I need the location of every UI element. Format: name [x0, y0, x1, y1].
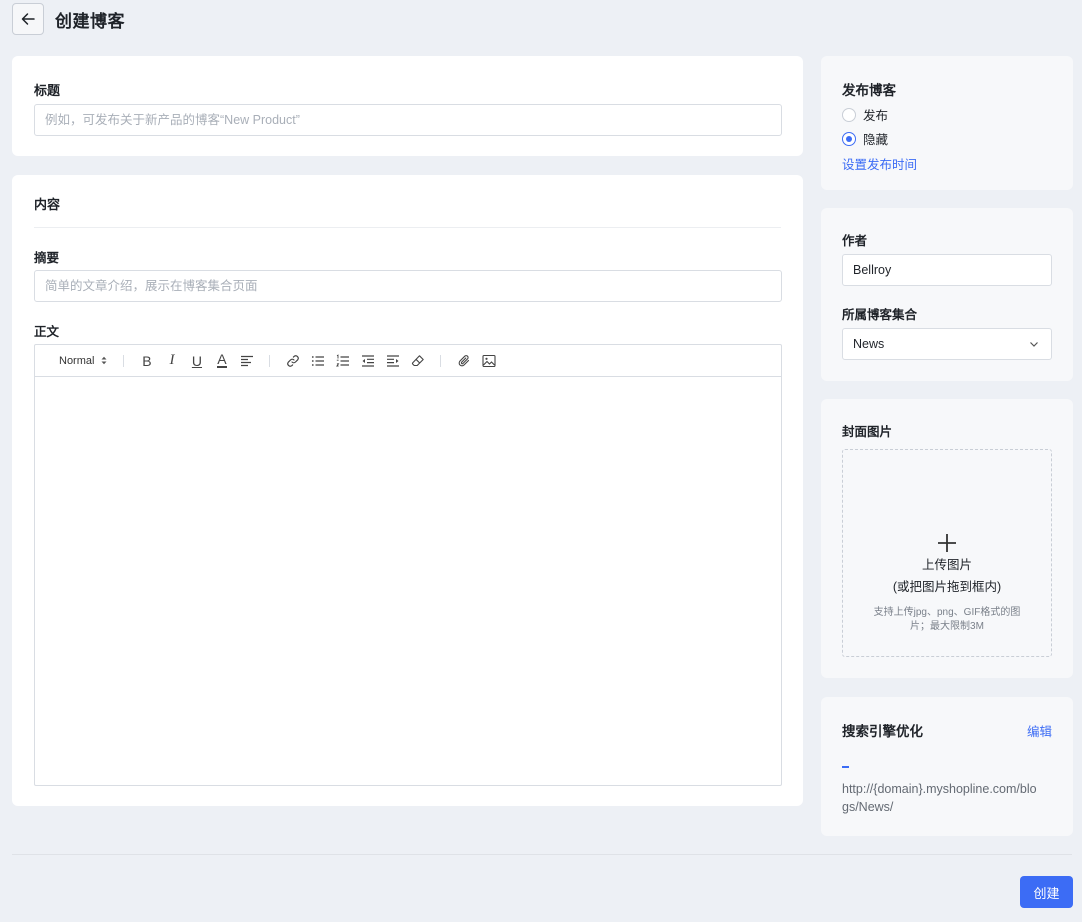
upload-title: 上传图片	[921, 557, 972, 572]
upload-note: 支持上传jpg、png、GIF格式的图片；最大限制3M	[873, 606, 1021, 632]
seo-title-placeholder	[842, 766, 849, 768]
content-divider	[34, 227, 781, 228]
author-card: 作者 所属博客集合 News	[821, 208, 1073, 381]
plus-icon	[938, 533, 956, 552]
collection-select-value: News	[853, 337, 885, 351]
italic-button[interactable]: I	[159, 351, 184, 371]
underline-button[interactable]: U	[184, 351, 209, 371]
schedule-publish-link[interactable]: 设置发布时间	[842, 154, 917, 173]
rich-text-editor: Normal B I U A	[34, 344, 782, 786]
title-input[interactable]	[34, 104, 782, 136]
body-label: 正文	[34, 325, 60, 339]
bullet-list-icon	[311, 355, 324, 366]
collection-select[interactable]: News	[842, 328, 1052, 360]
cover-heading: 封面图片	[842, 425, 893, 439]
format-select[interactable]: Normal	[59, 355, 107, 367]
editor-body[interactable]	[35, 378, 781, 785]
format-select-value: Normal	[59, 354, 95, 367]
title-card: 标题	[12, 56, 803, 156]
attachment-button[interactable]	[451, 351, 476, 371]
font-color-button[interactable]: A	[209, 351, 234, 371]
toolbar-separator	[440, 354, 442, 367]
page-title: 创建博客	[55, 11, 125, 31]
select-arrows-icon	[101, 356, 107, 365]
seo-heading: 搜索引擎优化	[842, 724, 923, 739]
title-label: 标题	[34, 83, 61, 98]
link-icon	[287, 354, 299, 367]
page-header: 创建博客	[12, 3, 125, 35]
chevron-down-icon	[1030, 342, 1038, 347]
upload-hint: (或把图片拖到框内)	[892, 579, 1002, 594]
toolbar-separator	[269, 354, 271, 367]
content-card: 内容 摘要 正文 Normal B I U A	[12, 175, 803, 806]
content-heading: 内容	[34, 197, 61, 212]
ordered-list-icon	[335, 353, 349, 366]
align-left-icon	[240, 355, 253, 366]
bold-button[interactable]: B	[134, 351, 159, 371]
collection-label: 所属博客集合	[842, 308, 918, 322]
eraser-icon	[411, 354, 424, 366]
image-upload-dropzone[interactable]: 上传图片 (或把图片拖到框内) 支持上传jpg、png、GIF格式的图片；最大限…	[842, 449, 1052, 657]
seo-card: 搜索引擎优化 编辑 http://{domain}.myshopline.com…	[821, 697, 1073, 836]
link-button[interactable]	[280, 351, 305, 371]
bullet-list-button[interactable]	[305, 351, 330, 371]
image-button[interactable]	[476, 351, 501, 371]
clear-format-button[interactable]	[405, 351, 430, 371]
publish-option-label: 隐藏	[863, 133, 889, 147]
publish-option-label: 发布	[863, 109, 889, 123]
radio-unchecked-icon	[842, 107, 856, 122]
ordered-list-button[interactable]	[330, 351, 355, 371]
seo-url: http://{domain}.myshopline.com/blogs/New…	[842, 782, 1037, 814]
back-button[interactable]	[12, 3, 44, 35]
outdent-button[interactable]	[355, 351, 380, 371]
align-button[interactable]	[234, 351, 259, 371]
paperclip-icon	[458, 354, 470, 366]
seo-edit-link[interactable]: 编辑	[1027, 721, 1052, 740]
outdent-icon	[361, 354, 374, 367]
arrow-left-icon	[21, 13, 35, 25]
editor-toolbar: Normal B I U A	[35, 345, 781, 377]
summary-input[interactable]	[34, 270, 782, 302]
footer-divider	[12, 854, 1072, 855]
cover-image-card: 封面图片 上传图片 (或把图片拖到框内) 支持上传jpg、png、GIF格式的图…	[821, 399, 1073, 678]
publish-option-hidden[interactable]: 隐藏	[842, 129, 888, 148]
summary-label: 摘要	[34, 251, 60, 265]
author-input[interactable]	[842, 254, 1052, 286]
indent-button[interactable]	[380, 351, 405, 371]
publish-option-publish[interactable]: 发布	[842, 105, 888, 124]
radio-checked-icon	[842, 131, 856, 146]
author-label: 作者	[842, 234, 868, 248]
indent-icon	[386, 354, 399, 367]
create-button[interactable]: 创建	[1020, 876, 1073, 908]
publish-heading: 发布博客	[842, 83, 896, 98]
toolbar-separator	[123, 354, 125, 367]
image-icon	[482, 354, 496, 367]
publish-card: 发布博客 发布 隐藏 设置发布时间	[821, 56, 1073, 190]
